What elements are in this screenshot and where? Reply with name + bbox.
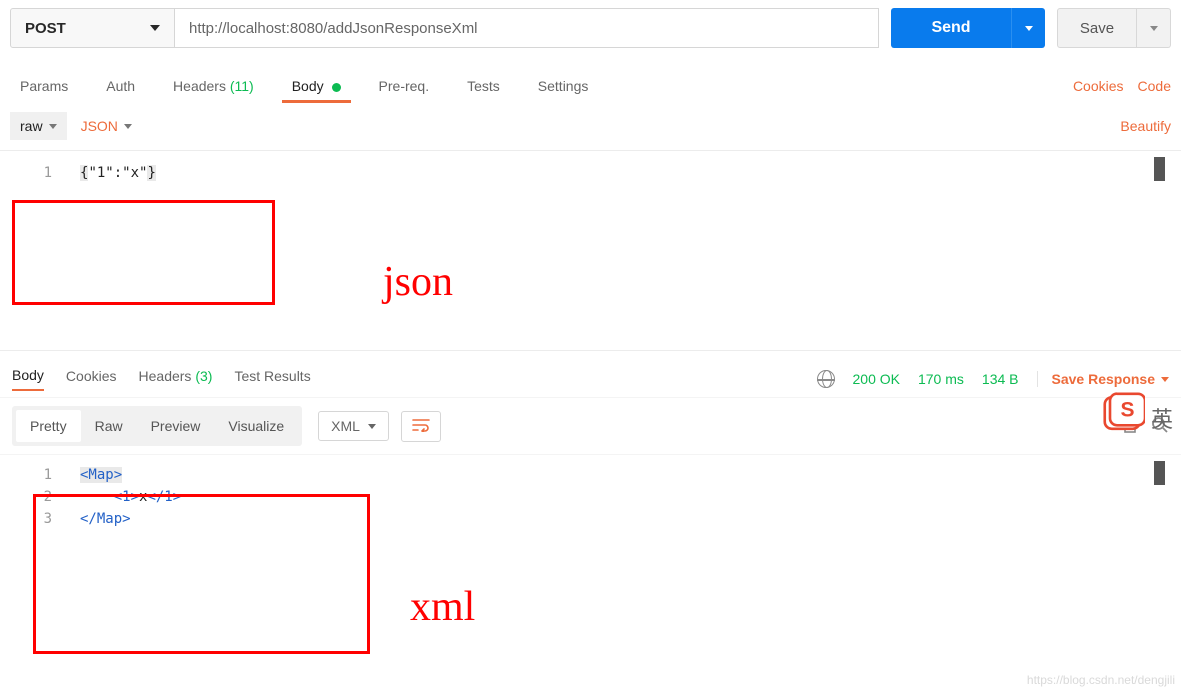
save-response-label: Save Response	[1052, 371, 1156, 387]
chevron-down-icon	[1025, 26, 1033, 31]
chevron-down-icon	[1150, 26, 1158, 31]
tab-headers-count: (11)	[230, 78, 254, 94]
chevron-down-icon	[368, 424, 376, 429]
code-line: <1>x</1>	[80, 489, 181, 505]
send-button[interactable]: Send	[891, 8, 1011, 48]
chevron-down-icon	[1161, 377, 1169, 382]
tab-headers-label: Headers	[173, 78, 226, 94]
code-line: {"1":"x"}	[80, 165, 156, 181]
beautify-link[interactable]: Beautify	[1120, 118, 1171, 134]
view-preview[interactable]: Preview	[137, 410, 215, 442]
view-visualize[interactable]: Visualize	[214, 410, 298, 442]
url-text: http://localhost:8080/addJsonResponseXml	[189, 20, 478, 37]
status-code: 200 OK	[853, 371, 900, 387]
tab-headers[interactable]: Headers (11)	[163, 70, 264, 102]
body-type-raw-label: raw	[20, 118, 43, 134]
send-dropdown[interactable]	[1011, 8, 1045, 48]
line-number: 3	[0, 511, 80, 527]
watermark-text: https://blog.csdn.net/dengjili	[1027, 673, 1175, 687]
network-icon[interactable]	[817, 370, 835, 388]
chevron-down-icon	[124, 124, 132, 129]
status-size: 134 B	[982, 371, 1019, 387]
view-mode-segment: Pretty Raw Preview Visualize	[12, 406, 302, 446]
wrap-icon	[412, 418, 430, 432]
body-format-json[interactable]: JSON	[81, 118, 132, 134]
http-method-label: POST	[25, 20, 66, 37]
save-button[interactable]: Save	[1057, 8, 1137, 48]
save-dropdown[interactable]	[1137, 8, 1171, 48]
code-line: </Map>	[80, 511, 131, 527]
tab-body[interactable]: Body	[282, 70, 351, 102]
response-headers-count: (3)	[195, 368, 212, 384]
tab-tests[interactable]: Tests	[457, 70, 510, 102]
tab-prereq[interactable]: Pre-req.	[369, 70, 440, 102]
response-tab-headers-label: Headers	[139, 368, 192, 384]
tab-auth[interactable]: Auth	[96, 70, 145, 102]
line-number: 2	[0, 489, 80, 505]
ime-sogou-icon[interactable]: S	[1103, 392, 1145, 434]
http-method-select[interactable]: POST	[10, 8, 175, 48]
chevron-down-icon	[49, 124, 57, 129]
chevron-down-icon	[150, 25, 160, 31]
svg-text:S: S	[1120, 399, 1134, 422]
request-body-editor[interactable]: 1 {"1":"x"}	[0, 151, 1181, 351]
scrollbar-thumb[interactable]	[1154, 461, 1165, 485]
view-pretty[interactable]: Pretty	[16, 410, 81, 442]
line-number: 1	[0, 165, 80, 181]
code-link[interactable]: Code	[1138, 78, 1171, 94]
tab-settings[interactable]: Settings	[528, 70, 599, 102]
body-format-label: JSON	[81, 118, 118, 134]
response-tab-tests[interactable]: Test Results	[234, 368, 310, 390]
status-time: 170 ms	[918, 371, 964, 387]
response-tab-cookies[interactable]: Cookies	[66, 368, 117, 390]
cookies-link[interactable]: Cookies	[1073, 78, 1124, 94]
ime-mode-label[interactable]: 英	[1151, 402, 1173, 434]
line-number: 1	[0, 467, 80, 483]
view-raw[interactable]: Raw	[81, 410, 137, 442]
response-format-select[interactable]: XML	[318, 411, 389, 441]
response-tab-body[interactable]: Body	[12, 367, 44, 391]
response-tab-headers[interactable]: Headers (3)	[139, 368, 213, 390]
code-line: <Map>	[80, 467, 122, 483]
wrap-lines-button[interactable]	[401, 411, 441, 442]
response-format-label: XML	[331, 418, 360, 434]
tab-params[interactable]: Params	[10, 70, 78, 102]
save-response-button[interactable]: Save Response	[1037, 371, 1170, 387]
scrollbar-thumb[interactable]	[1154, 157, 1165, 181]
tab-body-label: Body	[292, 78, 324, 94]
response-body-editor[interactable]: 1 <Map> 2 <1>x</1> 3 </Map>	[0, 454, 1181, 594]
body-modified-dot-icon	[332, 83, 341, 92]
url-input[interactable]: http://localhost:8080/addJsonResponseXml	[175, 8, 879, 48]
body-type-raw[interactable]: raw	[10, 112, 67, 140]
